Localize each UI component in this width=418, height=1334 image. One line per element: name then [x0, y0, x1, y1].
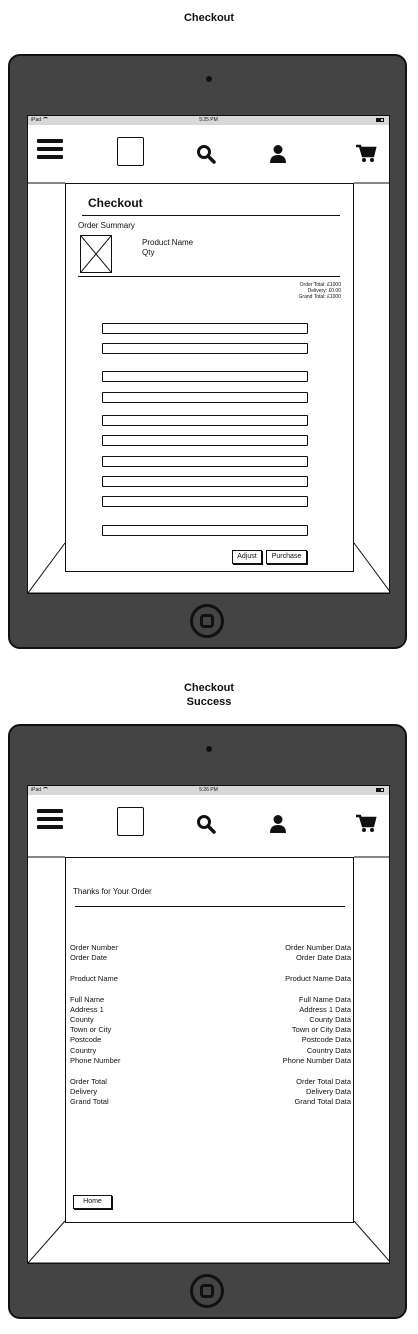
detail-value: Town or City Data [291, 1025, 351, 1035]
detail-value: Postcode Data [301, 1035, 351, 1045]
detail-value: County Data [309, 1015, 351, 1024]
form-field-8[interactable] [102, 476, 308, 487]
detail-label: County [70, 1015, 94, 1024]
camera [206, 76, 212, 82]
cart-icon[interactable] [355, 143, 377, 163]
form-field-7[interactable] [102, 456, 308, 467]
grand-total: Grand Total: £1000 [298, 294, 341, 300]
logo-placeholder[interactable] [117, 137, 144, 166]
ipad-frame: iPad 5:25 PM Checkout Order Summary Prod… [8, 54, 407, 649]
search-icon[interactable] [196, 814, 216, 834]
detail-value: Grand Total Data [294, 1096, 351, 1106]
thanks-heading: Thanks for Your Order [73, 887, 152, 896]
summary-divider [78, 276, 340, 277]
form-field-10[interactable] [102, 525, 308, 536]
detail-label: Full Name [70, 994, 105, 1004]
page-title: Checkout [88, 196, 143, 210]
ipad-home-button[interactable] [190, 1274, 224, 1308]
heading-divider [75, 906, 345, 907]
detail-label: Order Total [70, 1076, 107, 1086]
order-totals: Order Total: £1000 Delivery: £0.00 Grand… [299, 282, 341, 300]
title-divider [82, 215, 340, 216]
hamburger-menu-icon[interactable] [37, 139, 63, 163]
hamburger-menu-icon[interactable] [37, 809, 63, 833]
detail-value: Product Name Data [285, 973, 351, 983]
product-name: Product Name [142, 238, 194, 247]
detail-label: Address 1 [70, 1004, 104, 1014]
cart-icon[interactable] [355, 813, 377, 833]
detail-label: Postcode [70, 1035, 102, 1045]
ipad-frame: iPad 5:26 PM Thanks for Your Order Order… [8, 724, 407, 1319]
ipad-screen: iPad 5:25 PM Checkout Order Summary Prod… [27, 115, 390, 594]
caption-line-1: Checkout [183, 682, 235, 694]
order-summary-label: Order Summary [78, 221, 135, 230]
detail-label: Country [70, 1045, 97, 1055]
ipad-home-button[interactable] [190, 604, 224, 638]
form-field-1[interactable] [102, 323, 308, 334]
product-image-placeholder [80, 235, 112, 273]
purchase-button[interactable]: Purchase [266, 550, 307, 564]
product-qty: Qty [142, 248, 155, 257]
form-field-3[interactable] [102, 371, 308, 382]
user-icon[interactable] [269, 144, 287, 164]
detail-label: Phone Number [70, 1055, 121, 1065]
home-button[interactable]: Home [73, 1195, 112, 1209]
detail-label: Delivery [70, 1086, 98, 1096]
adjust-button[interactable]: Adjust [232, 550, 262, 564]
caption-line-2: Success [186, 696, 232, 708]
detail-label: Product Name [70, 973, 118, 983]
detail-value: Address 1 Data [299, 1004, 351, 1014]
wireframe-caption-success: Checkout Success [0, 681, 418, 709]
detail-value: Country Data [306, 1045, 351, 1055]
form-field-4[interactable] [102, 392, 308, 403]
form-field-6[interactable] [102, 435, 308, 446]
detail-value: Phone Number Data [282, 1055, 351, 1065]
user-icon[interactable] [269, 814, 287, 834]
form-field-2[interactable] [102, 343, 308, 354]
success-panel: Thanks for Your Order Order Number Order … [65, 857, 354, 1223]
checkout-panel: Checkout Order Summary Product Name Qty … [65, 183, 354, 572]
form-field-9[interactable] [102, 496, 308, 507]
detail-value: Order Date Data [295, 953, 351, 963]
detail-value: Order Number Data [285, 943, 351, 952]
detail-label: Grand Total [70, 1096, 109, 1106]
detail-label: Order Date [70, 953, 108, 963]
detail-value: Full Name Data [298, 994, 351, 1004]
ipad-screen: iPad 5:26 PM Thanks for Your Order Order… [27, 785, 390, 1264]
logo-placeholder[interactable] [117, 807, 144, 836]
detail-value: Delivery Data [305, 1086, 351, 1096]
detail-label: Order Number [70, 943, 118, 952]
search-icon[interactable] [196, 144, 216, 164]
camera [206, 746, 212, 752]
detail-value: Order Total Data [296, 1076, 351, 1086]
detail-label: Town or City [70, 1025, 112, 1035]
form-field-5[interactable] [102, 415, 308, 426]
wireframe-caption-checkout: Checkout [183, 12, 235, 24]
